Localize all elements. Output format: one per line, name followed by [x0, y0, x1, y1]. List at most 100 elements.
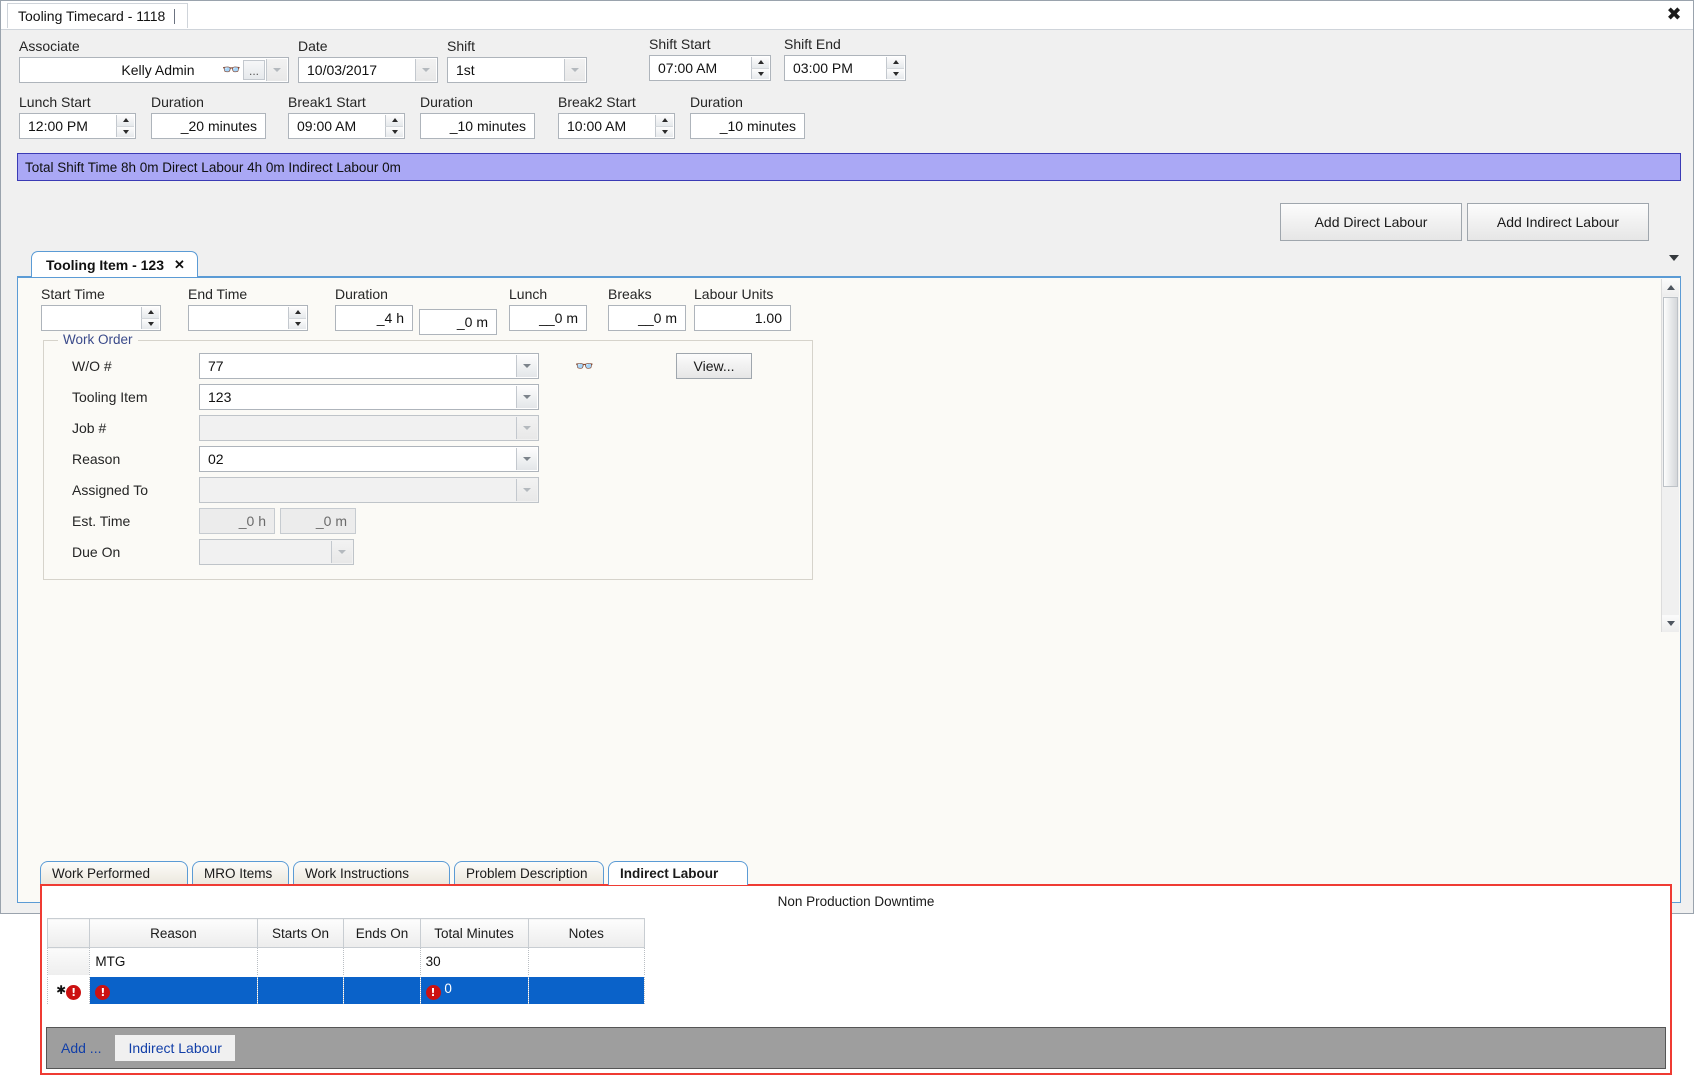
binoculars-icon[interactable]: 👓: [222, 62, 241, 78]
add-indirect-labour-button[interactable]: Add Indirect Labour: [1467, 203, 1649, 241]
duration-hours-input[interactable]: _4 h: [335, 305, 413, 331]
downtime-grid[interactable]: Reason Starts On Ends On Total Minutes N…: [46, 918, 646, 1006]
assigned-to-label: Assigned To: [72, 482, 149, 498]
job-number-select[interactable]: [199, 415, 539, 441]
break2-duration-input[interactable]: _10 minutes: [690, 113, 805, 139]
cell-starts-on[interactable]: [256, 947, 345, 977]
break2-start-stepper[interactable]: [655, 115, 673, 137]
est-time-hours-input[interactable]: _0 h: [199, 508, 275, 534]
tab-mro-items[interactable]: MRO Items: [192, 861, 289, 885]
indirect-labour-footer-button[interactable]: Indirect Labour: [115, 1035, 235, 1061]
associate-dropdown-button[interactable]: [266, 59, 287, 81]
assigned-to-select[interactable]: [199, 477, 539, 503]
wo-number-value: 77: [208, 358, 224, 374]
reason-select[interactable]: 02: [199, 446, 539, 472]
tooling-item-dropdown-button[interactable]: [516, 386, 537, 408]
column-header-starts-on[interactable]: Starts On: [256, 918, 345, 948]
arrow-up-icon: [661, 118, 668, 123]
shift-end-input[interactable]: 03:00 PM: [784, 55, 906, 81]
wo-number-select[interactable]: 77: [199, 353, 539, 379]
date-dropdown-button[interactable]: [415, 59, 436, 81]
break2-start-input[interactable]: 10:00 AM: [558, 113, 675, 139]
table-row[interactable]: MTG 30: [46, 947, 646, 977]
est-time-minutes-value: _0 m: [315, 513, 347, 529]
tooling-item-select[interactable]: 123: [199, 384, 539, 410]
row-marker-new-row[interactable]: ✱!: [46, 975, 91, 1006]
arrow-up-icon: [1666, 285, 1675, 290]
add-link[interactable]: Add ...: [61, 1040, 101, 1056]
start-time-input[interactable]: [41, 305, 161, 331]
tab-work-instructions[interactable]: Work Instructions: [293, 861, 450, 885]
wo-number-dropdown-button[interactable]: [516, 355, 537, 377]
add-direct-labour-button[interactable]: Add Direct Labour: [1280, 203, 1462, 241]
shift-start-input[interactable]: 07:00 AM: [649, 55, 771, 81]
due-on-dropdown-button[interactable]: [331, 541, 352, 563]
cell-reason[interactable]: !: [89, 975, 258, 1006]
est-time-minutes-input[interactable]: _0 m: [280, 508, 356, 534]
lunch-input[interactable]: __0 m: [509, 305, 587, 331]
break2-duration-field: Duration _10 minutes: [690, 94, 805, 139]
break1-start-stepper[interactable]: [385, 115, 403, 137]
arrow-up-icon: [757, 60, 764, 65]
cell-total-minutes[interactable]: ! 0: [419, 975, 529, 1006]
table-row[interactable]: ✱! ! ! 0: [46, 975, 646, 1006]
reason-dropdown-button[interactable]: [516, 448, 537, 470]
associate-input[interactable]: Kelly Admin 👓 ...: [19, 57, 289, 83]
job-number-dropdown-button[interactable]: [516, 417, 537, 439]
close-icon[interactable]: ✖: [1663, 4, 1685, 26]
labour-units-input[interactable]: 1.00: [694, 305, 791, 331]
cell-notes[interactable]: [527, 975, 646, 1006]
breaks-input[interactable]: __0 m: [608, 305, 686, 331]
column-header-total-minutes[interactable]: Total Minutes: [419, 918, 529, 948]
shift-start-stepper[interactable]: [751, 57, 769, 79]
chevron-down-icon[interactable]: [1669, 255, 1679, 261]
shift-dropdown-button[interactable]: [564, 59, 585, 81]
cell-total-minutes-value: 0: [444, 981, 452, 996]
shift-select[interactable]: 1st: [447, 57, 587, 83]
cell-ends-on[interactable]: [343, 975, 421, 1006]
document-tab[interactable]: Tooling Timecard - 1118: [7, 3, 189, 28]
end-time-stepper[interactable]: [288, 307, 306, 329]
cell-reason[interactable]: MTG: [89, 947, 258, 977]
scroll-down-button[interactable]: [1662, 615, 1679, 632]
column-header-reason[interactable]: Reason: [89, 918, 258, 948]
arrow-down-icon: [294, 321, 301, 326]
view-button[interactable]: View...: [676, 353, 752, 379]
column-header-ends-on[interactable]: Ends On: [343, 918, 421, 948]
assigned-to-dropdown-button[interactable]: [516, 479, 537, 501]
arrow-up-icon: [391, 118, 398, 123]
header-form: Associate Kelly Admin 👓 ... Date 10/03/2…: [1, 30, 1693, 150]
date-input[interactable]: 10/03/2017: [298, 57, 438, 83]
row-marker[interactable]: [46, 947, 91, 977]
column-header-rowmarker[interactable]: [46, 918, 91, 948]
due-on-select[interactable]: [199, 539, 354, 565]
end-time-input[interactable]: [188, 305, 308, 331]
column-header-notes[interactable]: Notes: [527, 918, 646, 948]
lunch-start-stepper[interactable]: [116, 115, 134, 137]
associate-ellipsis-button[interactable]: ...: [243, 60, 265, 80]
application-window: Tooling Timecard - 1118 ✖ Associate Kell…: [0, 0, 1694, 1075]
associate-field: Associate Kelly Admin 👓 ...: [19, 38, 289, 83]
shift-end-stepper[interactable]: [886, 57, 904, 79]
shift-field: Shift 1st: [447, 38, 587, 83]
close-icon[interactable]: ✕: [174, 257, 185, 273]
tab-problem-description[interactable]: Problem Description: [454, 861, 604, 885]
break1-start-input[interactable]: 09:00 AM: [288, 113, 405, 139]
start-time-stepper[interactable]: [141, 307, 159, 329]
cell-notes[interactable]: [527, 947, 646, 977]
panel-scrollbar[interactable]: [1661, 279, 1679, 632]
cell-starts-on[interactable]: [256, 975, 345, 1006]
lunch-start-input[interactable]: 12:00 PM: [19, 113, 136, 139]
lunch-duration-input[interactable]: _20 minutes: [151, 113, 266, 139]
break1-duration-input[interactable]: _10 minutes: [420, 113, 535, 139]
lunch-start-label: Lunch Start: [19, 94, 91, 110]
arrow-up-icon: [294, 310, 301, 315]
tab-indirect-labour[interactable]: Indirect Labour: [608, 861, 748, 885]
tab-work-performed[interactable]: Work Performed: [40, 861, 188, 885]
scroll-up-button[interactable]: [1662, 279, 1679, 296]
tab-tooling-item-123[interactable]: Tooling Item - 123 ✕: [31, 251, 198, 277]
duration-minutes-input[interactable]: _0 m: [419, 309, 497, 335]
cell-total-minutes[interactable]: 30: [419, 947, 529, 977]
cell-ends-on[interactable]: [343, 947, 421, 977]
scrollbar-thumb[interactable]: [1663, 297, 1678, 487]
